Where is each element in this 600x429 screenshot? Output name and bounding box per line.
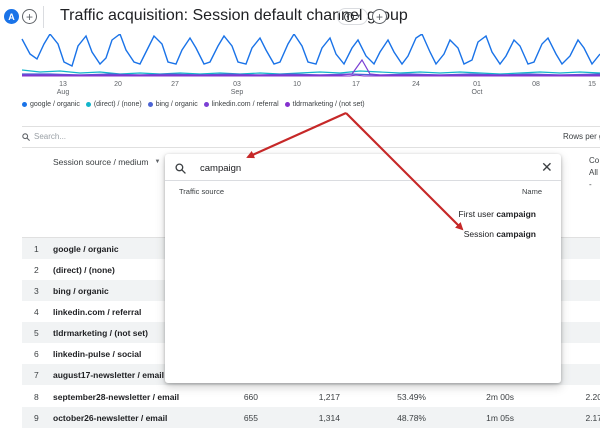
group-label: Traffic source xyxy=(179,187,225,196)
legend-dot xyxy=(85,102,91,107)
report-status-dropdown[interactable]: ✓ ▼ xyxy=(337,8,368,25)
x-tick: 08 xyxy=(532,81,540,88)
dimension-column-header[interactable]: Session source / medium ▼ xyxy=(53,157,160,167)
legend-item[interactable]: google / organic xyxy=(22,101,80,108)
legend-label: google / organic xyxy=(30,101,80,108)
x-tick: 15 xyxy=(588,81,596,88)
column-header-label: Session source / medium xyxy=(53,157,149,167)
x-tick: 27 xyxy=(171,81,179,88)
dimension-picker-panel: campaign ✕ Traffic source Name First use… xyxy=(165,154,561,383)
account-avatar[interactable]: A xyxy=(4,9,19,24)
legend-dot xyxy=(147,102,153,107)
series-line-direct-none xyxy=(21,69,600,75)
legend-item[interactable]: tldrmarketing / (not set) xyxy=(284,101,365,108)
option-first-user-campaign[interactable]: First user campaign xyxy=(459,209,536,219)
add-button[interactable]: + xyxy=(372,9,387,24)
caret-down-icon: ▼ xyxy=(355,13,362,20)
x-tick: 17 xyxy=(352,81,360,88)
rows-per-page-label: Rows per g xyxy=(563,132,600,141)
legend-item[interactable]: bing / organic xyxy=(147,101,198,108)
legend-label: bing / organic xyxy=(155,101,198,108)
search-input[interactable]: Search... xyxy=(34,132,66,141)
close-icon[interactable]: ✕ xyxy=(541,160,553,174)
table-row[interactable]: 9 october26-newsletter / email 655 1,314… xyxy=(22,407,600,428)
top-bar: A + Traffic acquisition: Session default… xyxy=(0,0,600,34)
divider xyxy=(22,126,600,127)
x-tick: 20 xyxy=(114,81,122,88)
column-header-fragment: Co All - xyxy=(589,156,600,189)
search-icon xyxy=(22,132,30,141)
chart-legend: google / organic (direct) / (none) bing … xyxy=(22,101,365,108)
x-tick: 01 Oct xyxy=(471,81,483,96)
divider xyxy=(22,147,600,148)
x-tick: 24 xyxy=(412,81,420,88)
divider xyxy=(43,6,44,28)
x-tick: 10 xyxy=(293,81,301,88)
search-icon xyxy=(175,163,186,174)
x-tick: 03 Sep xyxy=(230,81,244,96)
legend-label: tldrmarketing / (not set) xyxy=(292,101,365,108)
legend-dot xyxy=(203,102,209,107)
caret-down-icon: ▼ xyxy=(154,159,161,165)
column-label: Name xyxy=(522,187,543,196)
legend-dot xyxy=(284,102,290,107)
legend-dot xyxy=(22,102,27,107)
option-session-campaign[interactable]: Session campaign xyxy=(464,229,536,239)
series-line-google-organic xyxy=(21,34,600,67)
divider xyxy=(165,180,561,181)
dimension-search-input[interactable]: campaign xyxy=(200,163,241,174)
plus-icon: + xyxy=(375,9,383,24)
x-tick: 13 Aug xyxy=(56,81,70,96)
legend-label: (direct) / (none) xyxy=(93,101,142,108)
check-circle-icon: ✓ xyxy=(343,11,354,22)
add-comparison-button[interactable]: + xyxy=(22,9,37,24)
line-chart: 13 Aug 20 27 03 Sep 10 17 24 01 Oct 08 15 xyxy=(0,34,600,134)
table-row[interactable]: 8 september28-newsletter / email 660 1,2… xyxy=(22,386,600,407)
legend-label: linkedin.com / referral xyxy=(211,101,279,108)
legend-item[interactable]: linkedin.com / referral xyxy=(203,101,279,108)
legend-item[interactable]: (direct) / (none) xyxy=(85,101,142,108)
plus-icon: + xyxy=(25,9,33,24)
table-search[interactable]: Search... xyxy=(22,132,66,141)
